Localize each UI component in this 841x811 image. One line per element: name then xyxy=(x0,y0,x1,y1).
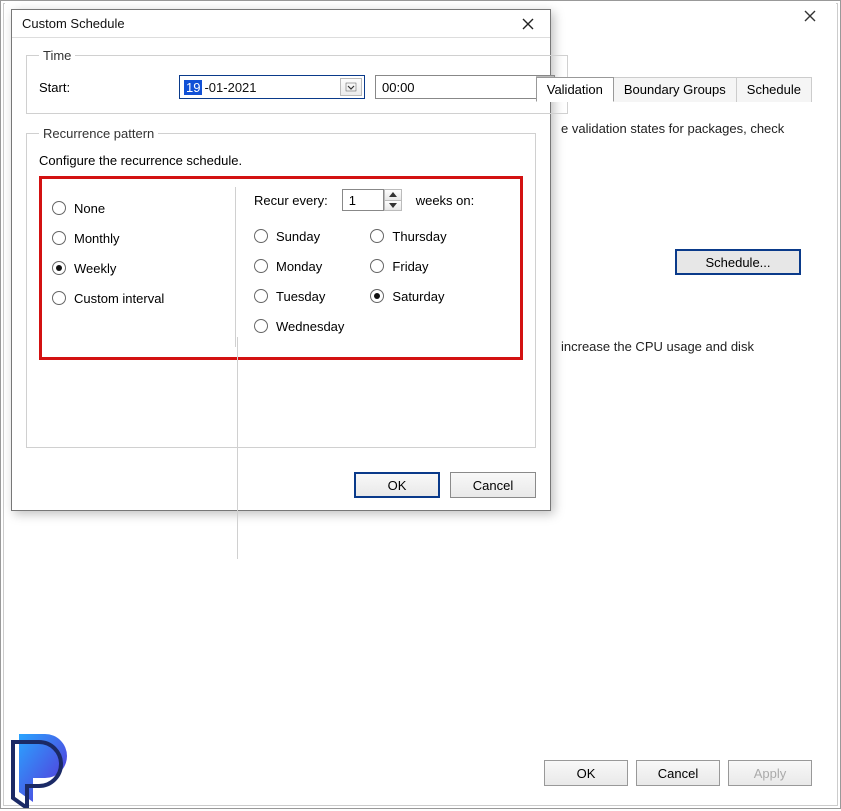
divider xyxy=(237,337,238,559)
radio-label: Wednesday xyxy=(276,319,344,334)
date-selected-part: 19 xyxy=(184,80,202,95)
tab-validation[interactable]: Validation xyxy=(536,77,614,102)
tab-label: Schedule xyxy=(747,82,801,97)
recur-every-label: Recur every: xyxy=(254,193,328,208)
input-value: 1 xyxy=(349,193,356,208)
radio-label: Thursday xyxy=(392,229,446,244)
tab-label: Validation xyxy=(547,82,603,97)
radio-weekly[interactable]: Weekly xyxy=(52,253,231,283)
spin-down-icon[interactable] xyxy=(385,201,402,212)
schedule-button[interactable]: Schedule... xyxy=(675,249,801,275)
chevron-down-icon[interactable] xyxy=(340,78,362,96)
cancel-button[interactable]: Cancel xyxy=(450,472,536,498)
group-legend: Time xyxy=(39,48,75,63)
start-label: Start: xyxy=(39,80,169,95)
tab-boundary-groups[interactable]: Boundary Groups xyxy=(613,77,737,102)
tab-schedule[interactable]: Schedule xyxy=(736,77,812,102)
radio-custom-interval[interactable]: Custom interval xyxy=(52,283,231,313)
background-text: increase the CPU usage and disk xyxy=(561,339,796,354)
button-label: Apply xyxy=(754,766,787,781)
button-label: Cancel xyxy=(473,478,513,493)
watermark-logo xyxy=(1,724,87,808)
radio-label: Saturday xyxy=(392,289,444,304)
radio-label: Monthly xyxy=(74,231,120,246)
radio-wednesday[interactable]: Wednesday xyxy=(254,311,344,341)
button-label: OK xyxy=(577,766,596,781)
radio-label: Custom interval xyxy=(74,291,164,306)
recur-suffix: weeks on: xyxy=(416,193,475,208)
weekly-options: Recur every: 1 xyxy=(236,187,512,347)
radio-icon xyxy=(52,261,66,275)
time-group: Time Start: 19 -01-2021 00:00 xyxy=(26,48,568,114)
radio-saturday[interactable]: Saturday xyxy=(370,281,446,311)
dialog-button-row: OK Cancel xyxy=(354,472,536,498)
radio-monday[interactable]: Monday xyxy=(254,251,344,281)
titlebar: Custom Schedule xyxy=(12,10,550,38)
radio-monthly[interactable]: Monthly xyxy=(52,223,231,253)
cancel-button[interactable]: Cancel xyxy=(636,760,720,786)
radio-icon xyxy=(52,231,66,245)
dialog-title: Custom Schedule xyxy=(22,16,510,31)
recur-weeks-input[interactable]: 1 xyxy=(342,189,384,211)
tab-label: Boundary Groups xyxy=(624,82,726,97)
radio-none[interactable]: None xyxy=(52,193,231,223)
radio-label: Tuesday xyxy=(276,289,325,304)
radio-icon xyxy=(254,289,268,303)
radio-sunday[interactable]: Sunday xyxy=(254,221,344,251)
recurrence-desc: Configure the recurrence schedule. xyxy=(39,153,523,168)
highlight-box: None Monthly Weekly xyxy=(39,176,523,360)
radio-icon xyxy=(370,259,384,273)
radio-label: Weekly xyxy=(74,261,116,276)
radio-icon xyxy=(370,229,384,243)
close-icon[interactable] xyxy=(510,13,546,35)
start-date-picker[interactable]: 19 -01-2021 xyxy=(179,75,365,99)
recurrence-type-list: None Monthly Weekly xyxy=(50,187,236,347)
radio-icon xyxy=(52,201,66,215)
spin-up-icon[interactable] xyxy=(385,189,402,201)
custom-schedule-dialog: Custom Schedule Time Start: 19 -01-2021 xyxy=(11,9,551,511)
apply-button: Apply xyxy=(728,760,812,786)
button-label: OK xyxy=(388,478,407,493)
radio-icon xyxy=(254,229,268,243)
radio-icon xyxy=(52,291,66,305)
ok-button[interactable]: OK xyxy=(354,472,440,498)
button-label: Cancel xyxy=(658,766,698,781)
button-label: Schedule... xyxy=(705,255,770,270)
parent-button-row: OK Cancel Apply xyxy=(544,760,812,786)
weeks-spinner[interactable] xyxy=(384,189,402,211)
radio-friday[interactable]: Friday xyxy=(370,251,446,281)
radio-tuesday[interactable]: Tuesday xyxy=(254,281,344,311)
radio-label: None xyxy=(74,201,105,216)
radio-icon xyxy=(254,259,268,273)
time-value: 00:00 xyxy=(382,80,536,95)
start-time-field[interactable]: 00:00 xyxy=(375,75,555,99)
date-rest-part: -01-2021 xyxy=(204,80,338,95)
radio-icon xyxy=(370,289,384,303)
radio-icon xyxy=(254,319,268,333)
radio-label: Friday xyxy=(392,259,428,274)
recurrence-group: Recurrence pattern Configure the recurre… xyxy=(26,126,536,448)
radio-label: Sunday xyxy=(276,229,320,244)
tab-strip: Validation Boundary Groups Schedule xyxy=(537,77,812,102)
radio-thursday[interactable]: Thursday xyxy=(370,221,446,251)
group-legend: Recurrence pattern xyxy=(39,126,158,141)
parent-close-icon[interactable] xyxy=(790,3,830,29)
background-text: e validation states for packages, check xyxy=(561,121,796,136)
radio-label: Monday xyxy=(276,259,322,274)
ok-button[interactable]: OK xyxy=(544,760,628,786)
